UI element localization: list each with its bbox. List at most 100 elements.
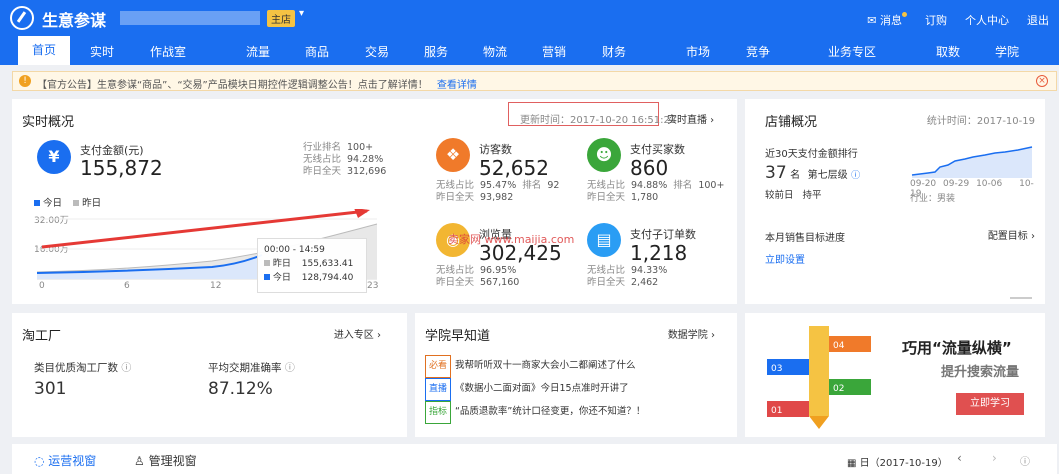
pencil-tip: [809, 416, 829, 429]
realtime-title: 实时概况: [22, 115, 75, 130]
tab-management[interactable]: ♙ 管理视窗: [134, 452, 197, 469]
buyers-icon: ☻: [587, 138, 621, 172]
industry-label: 行业：男装: [910, 194, 956, 204]
chart-tooltip: 00:00 - 14:59 昨日 155,633.41 今日 128,794.4…: [257, 238, 367, 293]
rank-block: 37 名 第七层级 ⓘ: [765, 163, 861, 183]
pay-value: 155,872: [80, 156, 163, 180]
factory-metric1-label: 类目优质淘工厂数 ⓘ: [34, 362, 132, 374]
compass-logo-icon: [10, 6, 34, 30]
nav-trade[interactable]: 交易: [365, 43, 389, 60]
date-picker[interactable]: ▦ 日（2017-10-19）: [847, 454, 948, 469]
brand-title: 生意参谋: [42, 11, 107, 30]
nav-business[interactable]: 业务专区: [828, 43, 876, 60]
footprint-icon: ❖: [436, 138, 470, 172]
nav-data[interactable]: 取数: [936, 43, 960, 60]
pencil-infographic: 04 03 02 01: [767, 326, 871, 429]
views-stats: 无线占比 96.95% 昨日全天 567,160: [436, 265, 520, 288]
label-01: 01: [771, 406, 782, 416]
label-03: 03: [771, 364, 782, 374]
buyers-label: 支付买家数: [630, 143, 685, 156]
nav-product[interactable]: 商品: [305, 43, 329, 60]
tab-operation[interactable]: ◌ 运营视窗: [34, 452, 96, 469]
academy-item[interactable]: 直播 《数据小二面对面》今日15点准时开讲了: [425, 378, 645, 401]
watermark: 卖家网 www.maijia.com: [448, 233, 575, 246]
store-stat-time: 统计时间：2017-10-19: [926, 116, 1035, 127]
orders-icon: ▤: [587, 223, 621, 257]
notice-bar: ! 【官方公告】生意参谋“商品”、“交易”产品模块日期控件逻辑调整公告！点击了解…: [12, 71, 1057, 91]
visitors-value: 52,652: [479, 156, 549, 180]
academy-list: 必看 我帮听听双十一商家大会小二都阐述了什么 直播 《数据小二面对面》今日15点准时…: [425, 355, 645, 424]
nav-competition[interactable]: 竞争: [746, 43, 770, 60]
setup-link[interactable]: 立即设置: [765, 251, 805, 266]
ad-title: 巧用“流量纵横”: [902, 339, 1012, 357]
top-bar: 生意参谋 主店 ▾ ✉ 消息 订购 个人中心 退出: [0, 0, 1059, 36]
main-store-badge: 主店: [267, 10, 295, 27]
message-link[interactable]: ✉ 消息: [867, 12, 907, 28]
realtime-card: 实时概况 更新时间：2017-10-20 16:51:23 实时直播 ¥ 支付金…: [12, 99, 737, 304]
notice-text: 【官方公告】生意参谋“商品”、“交易”产品模块日期控件逻辑调整公告！点击了解详情…: [37, 80, 477, 91]
ad-banner[interactable]: 04 03 02 01 巧用“流量纵横” 提升搜索流量 立即学习: [745, 313, 1045, 437]
carousel-dots[interactable]: [1010, 297, 1032, 299]
nav-finance[interactable]: 财务: [602, 43, 626, 60]
nav-warroom[interactable]: 作战室: [150, 43, 186, 60]
academy-item[interactable]: 指标 “品质退款率”统计口径变更，你还不知道？！: [425, 401, 645, 424]
academy-card: 学院早知道 数据学院 必看我帮听听双十一商家大会小二都阐述了什么 直播《数据小二…: [415, 313, 737, 437]
factory-card: 淘工厂 进入专区 类目优质淘工厂数 ⓘ 301 平均交期准确率 ⓘ 87.12%: [12, 313, 407, 437]
chevron-down-icon[interactable]: ▾: [299, 8, 304, 19]
data-academy-link[interactable]: 数据学院: [668, 326, 715, 341]
nav-market[interactable]: 市场: [686, 43, 710, 60]
nav-service[interactable]: 服务: [424, 43, 448, 60]
orders-stats: 无线占比 94.33% 昨日全天 2,462: [587, 265, 668, 288]
config-target-link[interactable]: 配置目标: [988, 227, 1035, 242]
help-icon[interactable]: ⓘ: [851, 171, 860, 181]
live-link[interactable]: 实时直播: [667, 111, 714, 126]
label-04: 04: [833, 341, 845, 351]
yen-icon: ¥: [37, 140, 71, 174]
factory-metric2-label: 平均交期准确率 ⓘ: [208, 362, 295, 374]
visitors-label: 访客数: [479, 143, 512, 156]
learn-now-button[interactable]: 立即学习: [956, 393, 1024, 415]
chart-legend: 今日 昨日: [34, 195, 101, 209]
top-links: ✉ 消息 订购 个人中心 退出: [867, 12, 1049, 28]
factory-metric1-value: 301: [34, 379, 67, 399]
store-trend-chart: [911, 146, 1033, 178]
enter-zone-link[interactable]: 进入专区: [334, 326, 381, 341]
nav-realtime[interactable]: 实时: [90, 43, 114, 60]
academy-item[interactable]: 必看 我帮听听双十一商家大会小二都阐述了什么: [425, 355, 645, 378]
label-02: 02: [833, 384, 844, 394]
factory-title: 淘工厂: [22, 329, 62, 344]
orders-value: 1,218: [630, 241, 688, 265]
factory-metric2-value: 87.12%: [208, 379, 273, 399]
x-tick-12: 12: [210, 281, 222, 291]
prev-date-icon[interactable]: ‹: [957, 451, 962, 465]
visitors-stats: 无线占比 95.47% 排名 92 昨日全天 93,982: [436, 180, 560, 203]
logout-link[interactable]: 退出: [1027, 12, 1049, 28]
nav-marketing[interactable]: 营销: [542, 43, 566, 60]
notice-link[interactable]: 查看详情: [437, 80, 477, 91]
compare-line: 较前日 持平: [765, 190, 822, 201]
nav-traffic[interactable]: 流量: [246, 43, 270, 60]
red-arrow-head: [354, 209, 370, 218]
close-icon[interactable]: ×: [1036, 75, 1048, 87]
update-time: 更新时间：2017-10-20 16:51:23: [520, 115, 677, 126]
ad-subtitle: 提升搜索流量: [941, 365, 1020, 380]
warning-icon: !: [19, 75, 31, 87]
profile-link[interactable]: 个人中心: [965, 12, 1009, 28]
buyers-stats: 无线占比 94.88% 排名 100+ 昨日全天 1,780: [587, 180, 725, 203]
main-nav: 首页 实时 作战室 流量 商品 交易 服务 物流 营销 财务 市场 竞争 业务专…: [0, 36, 1059, 65]
info-icon[interactable]: ⓘ: [1020, 453, 1030, 468]
x-tick-23: 23: [367, 281, 379, 291]
shop-name-blurred: [120, 11, 260, 25]
x-tick-6: 6: [124, 281, 130, 291]
orders-label: 支付子订单数: [630, 228, 696, 241]
subscribe-link[interactable]: 订购: [925, 12, 947, 28]
rank-title: 近30天支付金额排行: [765, 149, 858, 160]
nav-logistics[interactable]: 物流: [483, 43, 507, 60]
next-date-icon[interactable]: ›: [992, 451, 997, 465]
x-tick-0: 0: [39, 281, 45, 291]
target-title: 本月销售目标进度: [765, 233, 845, 244]
pay-stats: 行业排名 100+ 无线占比 94.28% 昨日全天 312,696: [303, 142, 387, 177]
nav-academy[interactable]: 学院: [995, 43, 1019, 60]
bottom-tabs: ◌ 运营视窗 ♙ 管理视窗 ▦ 日（2017-10-19） ‹ › ⓘ: [12, 444, 1057, 474]
nav-home[interactable]: 首页: [18, 36, 71, 65]
